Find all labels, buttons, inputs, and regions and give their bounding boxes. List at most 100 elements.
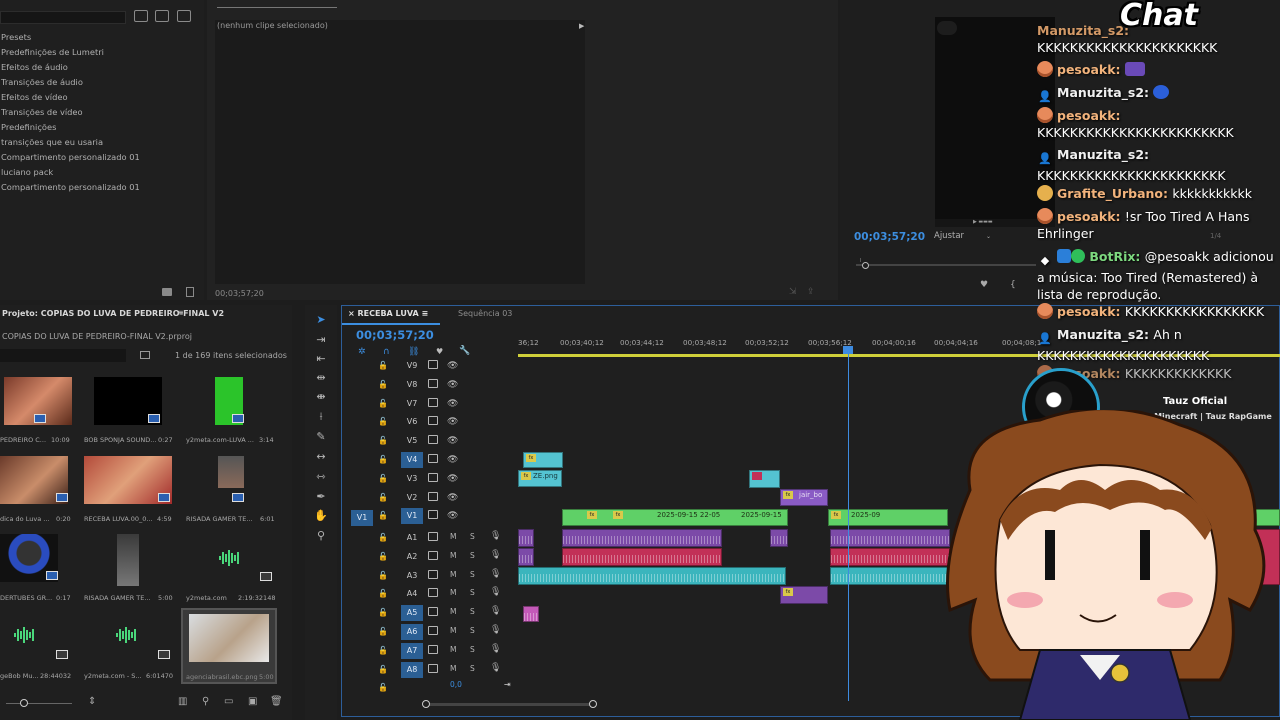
track-name[interactable]: V2	[401, 490, 423, 506]
lock-icon[interactable]: 🔓	[378, 589, 388, 598]
video-clip[interactable]: fx fx 2025-09-15 22-05 2025-09-15	[562, 509, 788, 526]
sync-lock-icon[interactable]	[428, 397, 438, 407]
track-name[interactable]: A8	[401, 661, 423, 678]
selection-tool-icon[interactable]: ➤	[314, 313, 328, 327]
effects-item[interactable]: Transições de vídeo	[1, 106, 140, 121]
settings-wrench-icon[interactable]: 🔧	[459, 346, 470, 356]
audio-clip[interactable]	[770, 529, 788, 547]
mic-icon[interactable]: 🎙	[490, 625, 501, 635]
track-name[interactable]: A4	[401, 586, 423, 602]
audio-clip[interactable]	[518, 567, 786, 585]
new-bin-icon[interactable]: ▭	[224, 696, 233, 707]
sync-lock-icon[interactable]	[428, 435, 438, 445]
lock-icon[interactable]: 🔓	[378, 455, 388, 464]
track-end-icon[interactable]: ⇥	[504, 680, 511, 689]
effects-item[interactable]: Presets	[1, 31, 140, 46]
eye-icon[interactable]: 👁	[447, 417, 458, 427]
track-name[interactable]: V9	[401, 358, 423, 374]
eye-icon[interactable]: 👁	[447, 361, 458, 371]
sync-lock-icon[interactable]	[428, 588, 438, 598]
filter-icon[interactable]: ⇲	[789, 287, 797, 297]
mute-button[interactable]: M	[450, 570, 456, 579]
playhead-line[interactable]	[848, 346, 849, 701]
rolling-edit-icon[interactable]: ⇹	[314, 371, 328, 385]
audio-clip[interactable]	[518, 529, 534, 547]
eye-icon[interactable]: 👁	[447, 436, 458, 446]
new-bin-icon[interactable]	[162, 288, 172, 296]
track-name[interactable]: A3	[401, 568, 423, 584]
mute-button[interactable]: M	[450, 626, 456, 635]
sort-icon[interactable]: ⇕	[88, 696, 96, 707]
trash-icon[interactable]	[186, 287, 194, 297]
sync-lock-icon[interactable]	[428, 472, 438, 482]
sync-lock-icon[interactable]	[428, 550, 438, 560]
lock-icon[interactable]: 🔓	[378, 399, 388, 408]
lock-icon[interactable]: 🔓	[378, 511, 388, 520]
sync-lock-icon[interactable]	[428, 663, 438, 673]
track-select-icon[interactable]: ⇥	[314, 333, 328, 347]
mic-icon[interactable]: 🎙	[490, 550, 501, 560]
lock-icon[interactable]: 🔓	[378, 571, 388, 580]
sync-lock-icon[interactable]	[428, 569, 438, 579]
lock-icon[interactable]: 🔓	[378, 533, 388, 542]
lock-icon[interactable]: 🔓	[378, 436, 388, 445]
timeline-timecode[interactable]: 00;03;57;20	[356, 328, 434, 342]
audio-clip[interactable]	[562, 548, 722, 566]
media-thumbnail[interactable]	[117, 534, 139, 586]
project-tab[interactable]: Projeto: COPIAS DO LUVA DE PEDREIRO-FINA…	[2, 309, 224, 318]
new-item-icon[interactable]: ▣	[248, 696, 257, 707]
fit-dropdown[interactable]: Ajustar ⌄	[934, 231, 991, 241]
razor-icon[interactable]: ✎	[314, 430, 328, 444]
track-name[interactable]: V5	[401, 433, 423, 449]
eye-icon[interactable]: 👁	[447, 511, 458, 521]
solo-button[interactable]: S	[470, 664, 475, 673]
mic-icon[interactable]: 🎙	[490, 663, 501, 673]
marker-icon[interactable]: ♥	[980, 280, 988, 290]
effects-item[interactable]: transições que eu usaria	[1, 136, 140, 151]
program-scrub-bar[interactable]	[856, 264, 1036, 266]
lock-icon[interactable]: 🔓	[378, 608, 388, 617]
track-name[interactable]: V3	[401, 471, 423, 487]
mute-button[interactable]: M	[450, 551, 456, 560]
program-timecode[interactable]: 00;03;57;20	[854, 231, 925, 243]
sync-lock-icon[interactable]	[428, 360, 438, 369]
media-thumbnail[interactable]	[218, 456, 244, 488]
track-name[interactable]: V8	[401, 377, 423, 393]
nest-icon[interactable]: ✲	[358, 347, 366, 357]
track-name[interactable]: A6	[401, 624, 423, 640]
solo-button[interactable]: S	[470, 607, 475, 616]
mute-button[interactable]: M	[450, 645, 456, 654]
track-name[interactable]: V6	[401, 414, 423, 430]
audio-clip[interactable]	[523, 606, 539, 622]
sync-lock-icon[interactable]	[428, 378, 438, 388]
trash-icon[interactable]: 🗑	[270, 696, 283, 707]
timeline-scrollbar[interactable]	[426, 703, 596, 706]
mute-button[interactable]: M	[450, 532, 456, 541]
yuv-effects-icon[interactable]	[177, 10, 191, 22]
track-name[interactable]: A5	[401, 605, 423, 622]
audio-clip[interactable]	[518, 548, 534, 566]
track-name[interactable]: A2	[401, 549, 423, 565]
eye-icon[interactable]: 👁	[447, 474, 458, 484]
panel-menu-icon[interactable]: ≡	[177, 308, 184, 317]
zoom-knob[interactable]	[20, 699, 28, 707]
sync-lock-icon[interactable]	[428, 510, 438, 520]
sync-lock-icon[interactable]	[428, 644, 438, 654]
export-icon[interactable]: ⇪	[807, 287, 815, 297]
32bit-effects-icon[interactable]	[155, 10, 169, 22]
source-timecode[interactable]: 00;03;57;20	[215, 289, 264, 298]
slip-tool-icon[interactable]: ↔	[314, 450, 328, 464]
track-volume-value[interactable]: 0,0	[450, 680, 462, 689]
lock-icon[interactable]: 🔓	[378, 552, 388, 561]
effects-item[interactable]: Transições de áudio	[1, 76, 140, 91]
sync-lock-icon[interactable]	[428, 491, 438, 501]
effects-item[interactable]: Efeitos de vídeo	[1, 91, 140, 106]
effects-item[interactable]: Predefinições	[1, 121, 140, 136]
sync-lock-icon[interactable]	[428, 454, 438, 463]
mute-button[interactable]: M	[450, 607, 456, 616]
eye-icon[interactable]: 👁	[447, 493, 458, 503]
add-marker-icon[interactable]: ♥	[436, 347, 443, 356]
solo-button[interactable]: S	[470, 551, 475, 560]
rate-stretch-icon[interactable]: ⇼	[314, 390, 328, 404]
track-name[interactable]: V7	[401, 396, 423, 412]
